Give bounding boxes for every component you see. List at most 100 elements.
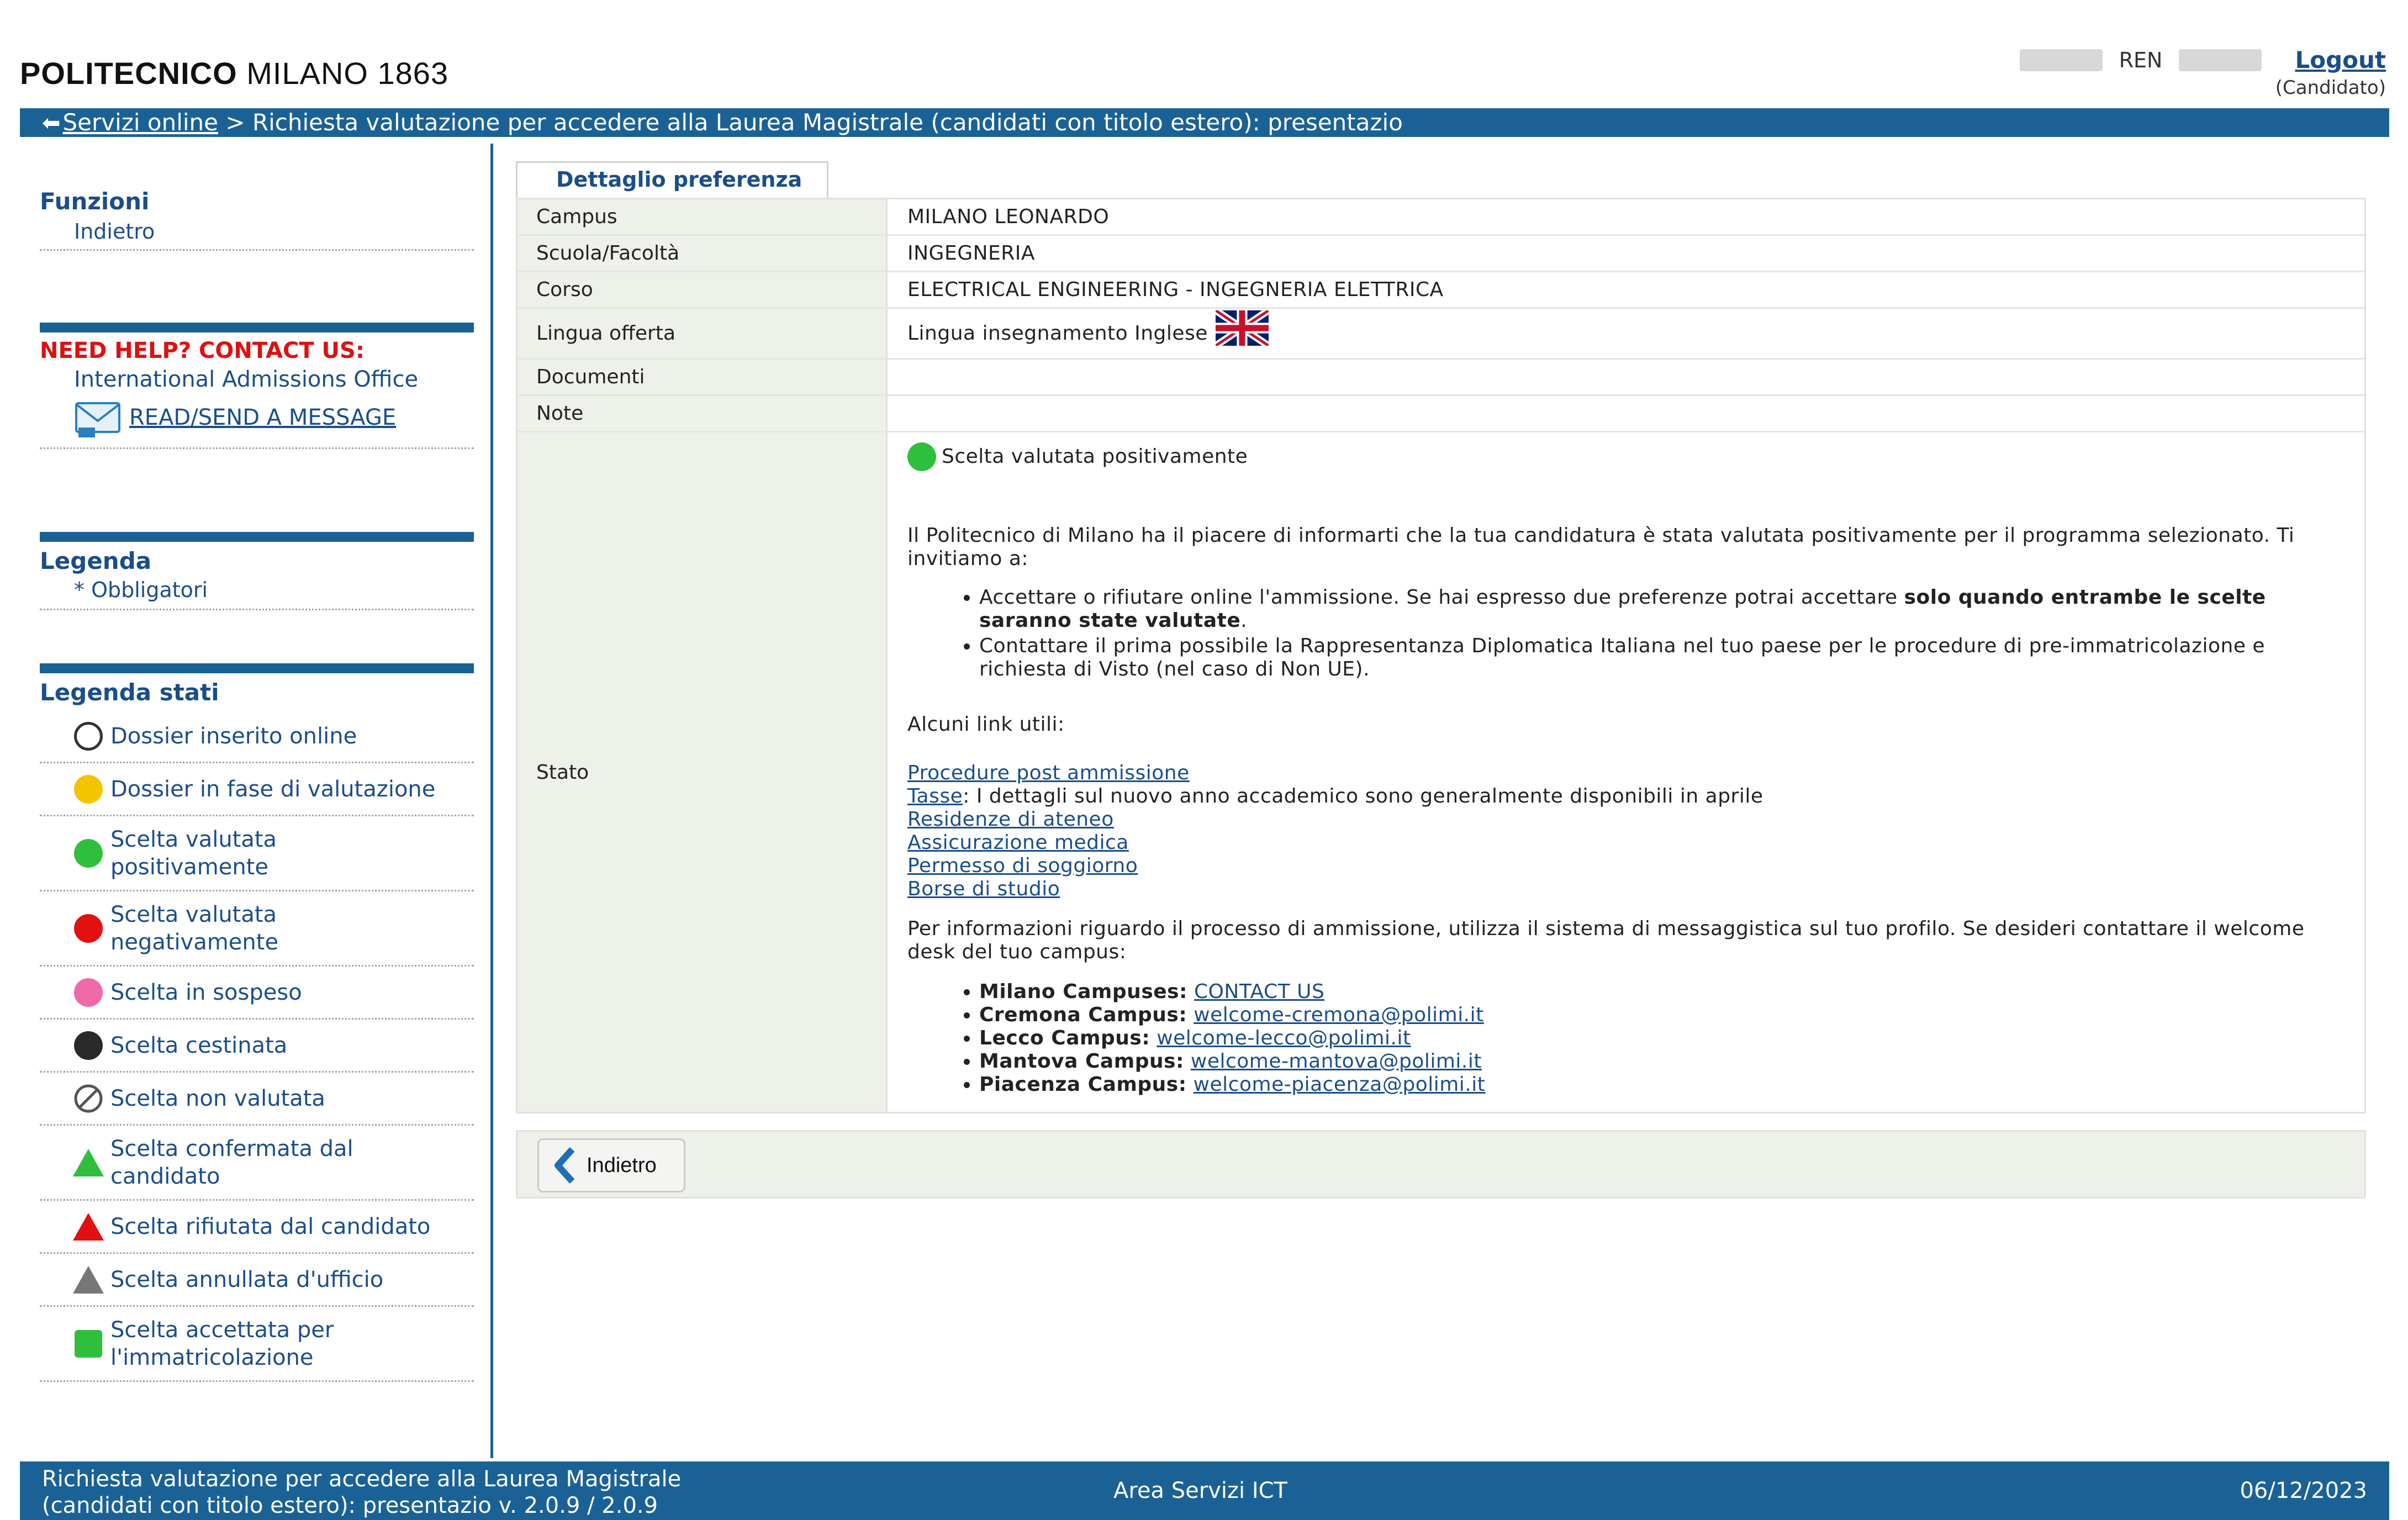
detail-table: Campus MILANO LEONARDO Scuola/Facoltà IN… bbox=[516, 198, 2366, 1113]
instruction-item: Contattare il prima possibile la Rappres… bbox=[979, 635, 2331, 681]
help-office: International Admissions Office bbox=[74, 367, 419, 392]
green-triangle-icon bbox=[73, 1148, 104, 1176]
sidebar-divider bbox=[40, 323, 474, 332]
stato-item: Dossier inserito online bbox=[40, 710, 474, 763]
link-assicurazione[interactable]: Assicurazione medica bbox=[907, 831, 1129, 854]
sidebar-item-indietro[interactable]: Indietro bbox=[40, 215, 474, 251]
redacted-name-block bbox=[2019, 49, 2103, 71]
table-row: Note bbox=[517, 396, 2364, 432]
row-label: Stato bbox=[517, 432, 888, 1112]
campus-link[interactable]: welcome-mantova@polimi.it bbox=[1191, 1050, 1482, 1073]
stato-item: Scelta rifiutata dal candidato bbox=[40, 1201, 474, 1254]
row-value: ELECTRICAL ENGINEERING - INGEGNERIA ELET… bbox=[907, 278, 1444, 301]
stato-item: Scelta valutata positivamente bbox=[40, 816, 474, 891]
row-value: INGEGNERIA bbox=[907, 242, 1036, 265]
stato-item: Scelta annullata d'ufficio bbox=[40, 1254, 474, 1307]
campus-link[interactable]: CONTACT US bbox=[1194, 980, 1324, 1003]
stato-item: Scelta in sospeso bbox=[40, 967, 474, 1020]
row-label: Documenti bbox=[517, 360, 888, 394]
footer-app-line1: Richiesta valutazione per accedere alla … bbox=[42, 1466, 682, 1492]
footer-app-info: Richiesta valutazione per accedere alla … bbox=[42, 1466, 681, 1519]
user-area: REN Logout (Candidato) bbox=[2019, 46, 2386, 99]
stato-label: Scelta cestinata bbox=[110, 1032, 288, 1058]
green-square-icon bbox=[75, 1329, 102, 1358]
indietro-button-label: Indietro bbox=[587, 1153, 657, 1177]
green-circle-icon bbox=[907, 442, 936, 471]
row-value bbox=[888, 396, 2364, 431]
campus-link[interactable]: welcome-lecco@polimi.it bbox=[1157, 1027, 1411, 1049]
table-row: Lingua offerta Lingua insegnamento Ingle… bbox=[517, 309, 2364, 360]
link-borse[interactable]: Borse di studio bbox=[907, 878, 1060, 900]
link-procedure-post-ammissione[interactable]: Procedure post ammissione bbox=[907, 762, 1190, 784]
link-permesso[interactable]: Permesso di soggiorno bbox=[907, 854, 1138, 877]
table-row: Documenti bbox=[517, 360, 2364, 396]
stato-content: Scelta valutata positivamente Il Politec… bbox=[888, 432, 2364, 1112]
link-tasse[interactable]: Tasse bbox=[907, 785, 963, 808]
stato-label: Scelta non valutata bbox=[110, 1085, 325, 1111]
legenda-obbligatori: * Obbligatori bbox=[40, 578, 474, 610]
stato-item: Scelta confermata dal candidato bbox=[40, 1126, 474, 1201]
stato-label: Scelta accettata per l'immatricolazione bbox=[110, 1317, 334, 1370]
yellow-circle-icon bbox=[74, 774, 103, 804]
campus-link[interactable]: welcome-cremona@polimi.it bbox=[1194, 1004, 1484, 1026]
logo-bold-text: POLITECNICO bbox=[20, 56, 237, 91]
links-title: Alcuni link utili: bbox=[907, 713, 1065, 736]
help-title: NEED HELP? CONTACT US: bbox=[40, 338, 365, 363]
user-role: (Candidato) bbox=[2275, 77, 2386, 99]
prohibited-icon bbox=[74, 1084, 103, 1112]
row-label: Note bbox=[517, 396, 888, 431]
indietro-button[interactable]: Indietro bbox=[537, 1138, 685, 1192]
link-residenze[interactable]: Residenze di ateneo bbox=[907, 808, 1114, 831]
logout-link[interactable]: Logout bbox=[2295, 46, 2386, 73]
user-name: REN bbox=[2119, 48, 2163, 72]
sidebar-divider bbox=[40, 532, 474, 542]
campus-item: Mantova Campus: welcome-mantova@polimi.i… bbox=[979, 1050, 2331, 1073]
stato-item: Scelta cestinata bbox=[40, 1020, 474, 1073]
stato-info: Per informazioni riguardo il processo di… bbox=[907, 917, 2305, 963]
stato-item: Scelta non valutata bbox=[40, 1073, 474, 1126]
tab-dettaglio-preferenza[interactable]: Dettaglio preferenza bbox=[516, 161, 828, 198]
campus-item: Cremona Campus: welcome-cremona@polimi.i… bbox=[979, 1004, 2331, 1027]
footer-date: 06/12/2023 bbox=[2240, 1478, 2367, 1503]
uk-flag-icon bbox=[1215, 310, 1269, 346]
row-label: Scuola/Facoltà bbox=[517, 236, 888, 271]
green-circle-icon bbox=[74, 838, 103, 868]
funzioni-title: Funzioni bbox=[40, 188, 150, 215]
stato-instructions: Accettare o rifiutare online l'ammission… bbox=[907, 586, 2331, 681]
arrow-back-icon[interactable]: ⬅ bbox=[42, 110, 61, 136]
redacted-name-block bbox=[2179, 49, 2262, 71]
stato-label: Scelta confermata dal candidato bbox=[110, 1136, 353, 1189]
red-triangle-icon bbox=[73, 1212, 104, 1241]
stato-label: Scelta annullata d'ufficio bbox=[110, 1266, 384, 1292]
table-row: Scuola/Facoltà INGEGNERIA bbox=[517, 236, 2364, 272]
stati-list: Dossier inserito online Dossier in fase … bbox=[40, 710, 474, 1382]
table-row: Corso ELECTRICAL ENGINEERING - INGEGNERI… bbox=[517, 272, 2364, 309]
help-message-row: READ/SEND A MESSAGE bbox=[40, 395, 474, 449]
footer-app-line2: (candidati con titolo estero): presentaz… bbox=[42, 1493, 658, 1518]
stato-head-text: Scelta valutata positivamente bbox=[942, 445, 1248, 468]
campus-item: Milano Campuses: CONTACT US bbox=[979, 980, 2331, 1004]
campus-item: Piacenza Campus: welcome-piacenza@polimi… bbox=[979, 1073, 2331, 1096]
envelope-icon[interactable] bbox=[74, 395, 124, 440]
row-value: Lingua insegnamento Inglese bbox=[888, 309, 2364, 358]
campus-contacts: Milano Campuses: CONTACT US Cremona Camp… bbox=[907, 980, 2331, 1096]
politecnico-logo: POLITECNICO MILANO 1863 bbox=[20, 55, 448, 91]
button-bar: Indietro bbox=[516, 1130, 2366, 1199]
footer-center: Area Servizi ICT bbox=[1113, 1478, 1287, 1503]
sidebar-divider bbox=[40, 663, 474, 673]
lingua-value: Lingua insegnamento Inglese bbox=[907, 322, 1208, 345]
read-send-message-link[interactable]: READ/SEND A MESSAGE bbox=[129, 405, 396, 430]
row-label: Corso bbox=[517, 272, 888, 307]
stato-item: Scelta accettata per l'immatricolazione bbox=[40, 1307, 474, 1382]
stato-label: Scelta in sospeso bbox=[110, 979, 302, 1005]
stato-label: Scelta valutata positivamente bbox=[110, 826, 277, 880]
campus-link[interactable]: welcome-piacenza@polimi.it bbox=[1194, 1073, 1486, 1096]
footer: Richiesta valutazione per accedere alla … bbox=[20, 1461, 2389, 1520]
red-circle-icon bbox=[74, 914, 103, 943]
chevron-left-icon bbox=[555, 1147, 575, 1184]
pink-circle-icon bbox=[74, 978, 103, 1007]
useful-links: Procedure post ammissione Tasse: I detta… bbox=[907, 762, 2331, 901]
sidebar: Funzioni Indietro NEED HELP? CONTACT US:… bbox=[40, 188, 474, 1382]
breadcrumb-servizi-online-link[interactable]: Servizi online bbox=[63, 109, 218, 136]
stato-label: Scelta valutata negativamente bbox=[110, 901, 279, 955]
